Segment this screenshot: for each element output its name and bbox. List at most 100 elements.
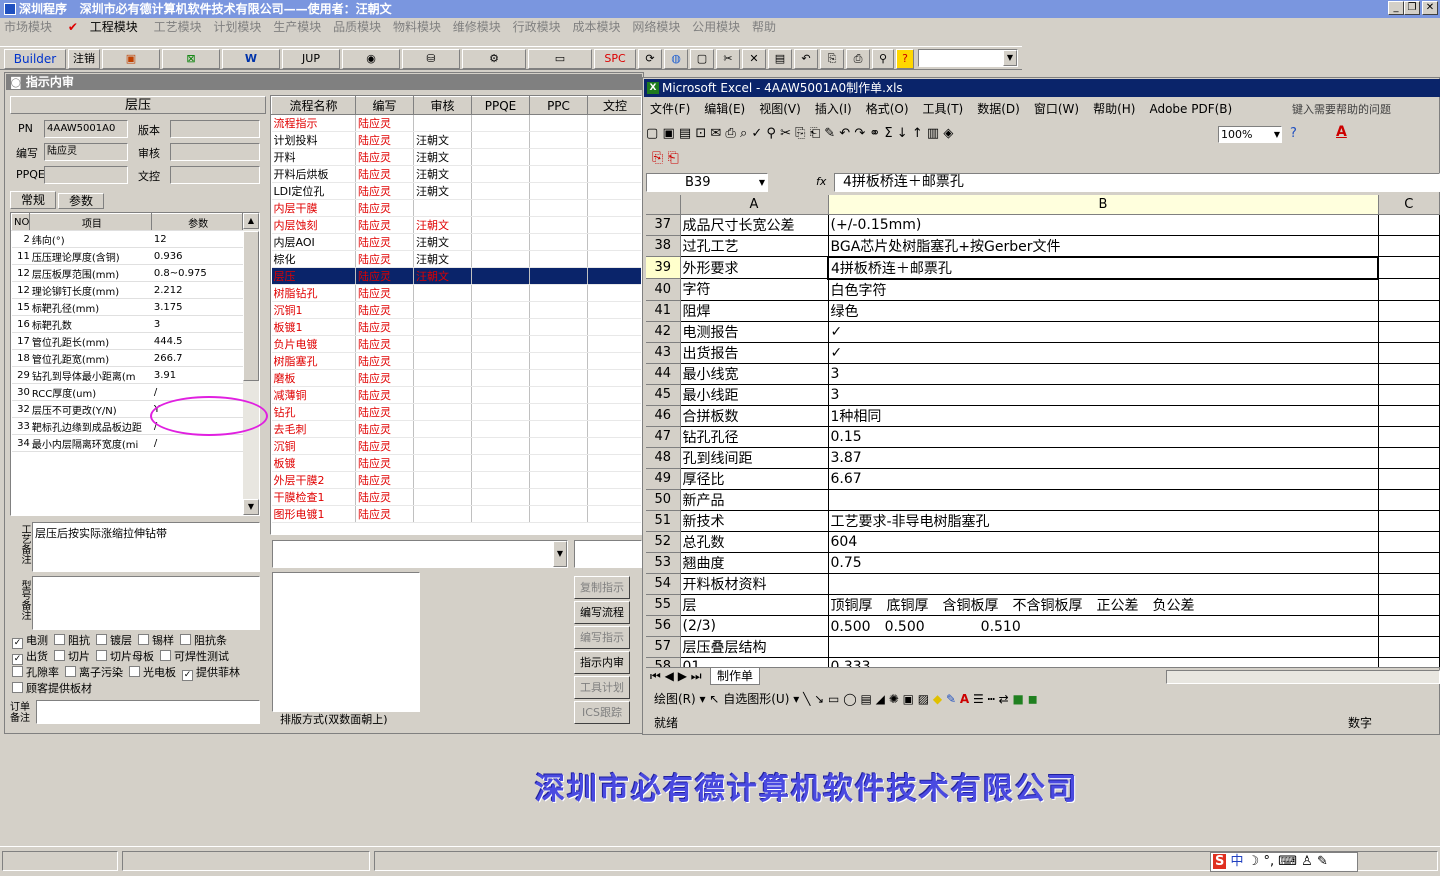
undo-icon[interactable]: ↶ <box>794 49 818 69</box>
option-checkbox[interactable]: 切片 <box>54 650 90 663</box>
cut-icon[interactable]: ✂ <box>780 126 791 141</box>
flow-row[interactable]: 去毛刺 陆应灵 <box>271 420 641 438</box>
flow-combo[interactable]: ▼ <box>272 540 568 568</box>
cell-c[interactable] <box>1378 426 1440 448</box>
param-row[interactable]: 34 最小内层隔离环宽度(mi / <box>11 434 243 452</box>
flow-action-button[interactable]: 编写指示 <box>574 626 630 649</box>
flow-row[interactable]: 流程指示 陆应灵 <box>271 114 641 132</box>
excel-menu-item[interactable]: 帮助(H) <box>1093 102 1135 116</box>
draw-menu[interactable]: 绘图(R) <box>654 692 696 706</box>
chart-icon[interactable]: ▥ <box>927 126 939 141</box>
cell-b[interactable]: 绿色 <box>828 300 1379 322</box>
help-icon[interactable]: ? <box>1290 126 1297 141</box>
cell-c[interactable] <box>1378 214 1440 236</box>
checkbox-empty-icon[interactable] <box>138 634 149 645</box>
new-doc-icon[interactable]: ▢ <box>690 49 714 69</box>
research-icon[interactable]: ⚲ <box>766 126 776 141</box>
sheet-row[interactable]: 43 出货报告 ✓ <box>646 342 1440 364</box>
preview-icon[interactable]: ⌕ <box>740 126 747 141</box>
row-header[interactable]: 55 <box>646 594 681 616</box>
sheet-row[interactable]: 48 孔到线间距 3.87 <box>646 447 1440 469</box>
ppt-icon[interactable]: ▣ <box>102 49 160 69</box>
save-icon[interactable]: ▤ <box>768 49 792 69</box>
chevron-down-icon[interactable]: ▼ <box>553 541 567 567</box>
cell-c[interactable] <box>1378 342 1440 364</box>
hyperlink-icon[interactable]: ⚭ <box>869 126 880 141</box>
cell-a[interactable]: 过孔工艺 <box>680 235 829 257</box>
cell-a[interactable]: 新技术 <box>680 510 829 532</box>
flow-row[interactable]: LDI定位孔 陆应灵 汪朝文 <box>271 182 641 200</box>
flow-row[interactable]: 沉铜1 陆应灵 <box>271 301 641 319</box>
restore-button[interactable]: ❐ <box>1404 1 1420 15</box>
param-row[interactable]: 29 钻孔到导体最小距离(m 3.91 <box>11 366 243 384</box>
format-painter-icon[interactable]: ✎ <box>824 126 835 141</box>
param-row[interactable]: 2 纬向(°) 12 <box>11 230 243 248</box>
cell-a[interactable]: 层压叠层结构 <box>680 636 829 658</box>
cell-b[interactable]: 顶铜厚 底铜厚 含铜板厚 不含铜板厚 正公差 负公差 <box>828 594 1379 616</box>
cell-c[interactable] <box>1378 405 1440 427</box>
sheet-row[interactable]: 54 开料板材资料 <box>646 573 1440 595</box>
close-button[interactable]: ✕ <box>1422 1 1438 15</box>
sheet-row[interactable]: 46 合拼板数 1种相同 <box>646 405 1440 427</box>
cell-b[interactable] <box>828 636 1379 658</box>
param-row[interactable]: 11 压压理论厚度(含铜) 0.936 <box>11 247 243 265</box>
row-header[interactable]: 41 <box>646 300 681 322</box>
option-checkbox[interactable]: 顾客提供板材 <box>12 682 92 695</box>
cell-c[interactable] <box>1378 256 1440 279</box>
row-header[interactable]: 38 <box>646 235 681 257</box>
row-header[interactable]: 49 <box>646 468 681 490</box>
param-row[interactable]: 16 标靶孔数 3 <box>11 315 243 333</box>
cell-a[interactable]: 开料板材资料 <box>680 573 829 595</box>
flow-row[interactable]: 内层蚀刻 陆应灵 汪朝文 <box>271 216 641 234</box>
cell-c[interactable] <box>1378 531 1440 553</box>
sort-desc-icon[interactable]: ↑ <box>912 126 923 141</box>
menu-process[interactable]: 工艺模块 <box>154 20 202 34</box>
checkbox-empty-icon[interactable] <box>65 666 76 677</box>
sheet-row[interactable]: 38 过孔工艺 BGA芯片处树脂塞孔+按Gerber文件 <box>646 235 1440 257</box>
pn-field[interactable]: 4AAW5001A0 <box>44 120 128 138</box>
cell-c[interactable] <box>1378 594 1440 616</box>
checkbox-empty-icon[interactable] <box>96 634 107 645</box>
cell-c[interactable] <box>1378 447 1440 469</box>
cell-a[interactable]: 层 <box>680 594 829 616</box>
checkbox-empty-icon[interactable] <box>160 650 171 661</box>
sheet-grid[interactable]: A B C 37 成品尺寸长宽公差 (+/-0.15mm) 38 过孔工艺 BGA芯片处树… <box>646 195 1440 667</box>
word-icon[interactable]: W <box>222 49 280 69</box>
option-checkbox[interactable]: 阻抗条 <box>180 634 227 647</box>
toolbar-combo[interactable]: ▼ <box>918 49 1018 67</box>
wenkong-field[interactable] <box>170 166 260 184</box>
cell-c[interactable] <box>1378 615 1440 637</box>
sort-asc-icon[interactable]: ↓ <box>897 126 908 141</box>
checkbox-empty-icon[interactable] <box>54 634 65 645</box>
cell-a[interactable]: (2/3) <box>680 615 829 637</box>
cell-b[interactable]: 4拼板桥连＋邮票孔 <box>827 255 1379 280</box>
param-row[interactable]: 18 管位孔距宽(mm) 266.7 <box>11 349 243 367</box>
prev-sheet-icon[interactable]: ◀ <box>665 669 674 683</box>
find-icon[interactable]: ⚲ <box>872 49 894 69</box>
option-checkbox[interactable]: ✓ 电测 <box>12 634 48 649</box>
wrench-icon[interactable]: ✎ <box>1317 854 1328 869</box>
menu-market[interactable]: 市场模块 <box>4 20 52 34</box>
help-search-input[interactable]: 键入需要帮助的问题 <box>1292 101 1391 117</box>
option-checkbox[interactable]: 可焊性测试 <box>160 650 229 663</box>
excel-menu-item[interactable]: Adobe PDF(B) <box>1149 102 1232 116</box>
sheet-row[interactable]: 57 层压叠层结构 <box>646 636 1440 658</box>
delete-icon[interactable]: ✕ <box>742 49 766 69</box>
checkmark-icon[interactable]: ✓ <box>12 654 23 665</box>
version-field[interactable] <box>170 120 260 138</box>
cell-a[interactable]: 01 <box>680 657 829 667</box>
flow-row[interactable]: 磨板 陆应灵 <box>271 369 641 387</box>
row-header[interactable]: 50 <box>646 489 681 511</box>
flow-row[interactable]: 板镀1 陆应灵 <box>271 318 641 336</box>
review-field[interactable] <box>170 143 260 161</box>
zoom-select[interactable]: 100% ▼ <box>1218 126 1282 143</box>
sheet-row[interactable]: 51 新技术 工艺要求-非导电树脂塞孔 <box>646 510 1440 532</box>
flow-row[interactable]: 棕化 陆应灵 汪朝文 <box>271 250 641 268</box>
minimize-button[interactable]: _ <box>1388 1 1404 15</box>
scroll-down-icon[interactable]: ▼ <box>243 499 259 515</box>
cell-b[interactable]: 0.333 <box>828 657 1379 667</box>
cell-b[interactable]: 白色字符 <box>828 278 1379 301</box>
redo-icon[interactable]: ↷ <box>854 126 865 141</box>
select-arrow-icon[interactable]: ↖ <box>709 692 719 706</box>
row-header[interactable]: 53 <box>646 552 681 574</box>
